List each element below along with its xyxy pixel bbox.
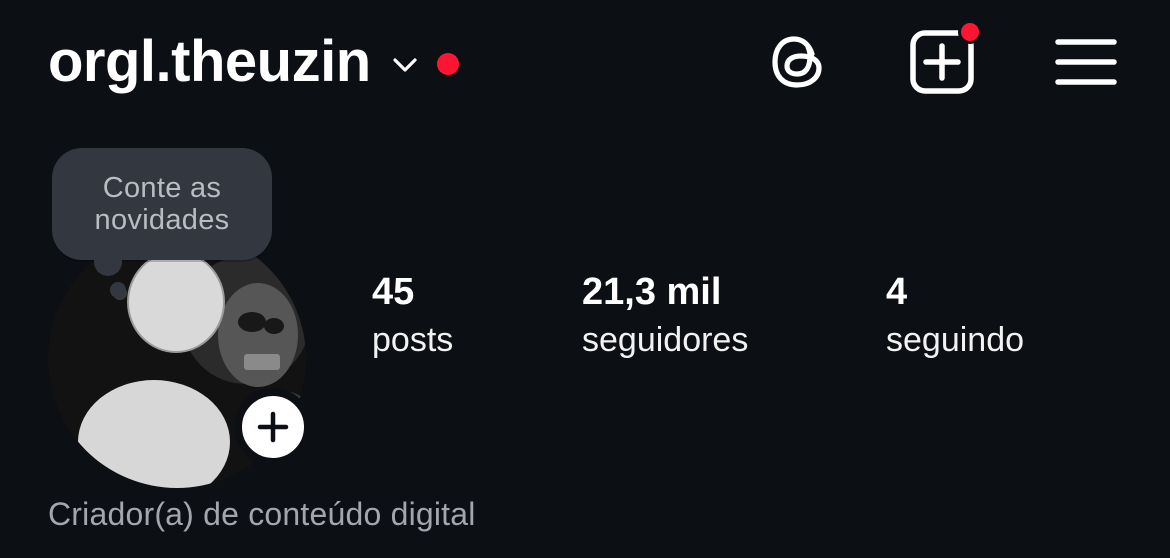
following-label: seguindo [886,321,1025,359]
add-story-button[interactable] [234,388,312,466]
chevron-down-icon[interactable] [389,49,421,81]
posts-label: posts [372,321,454,359]
threads-icon [772,36,822,88]
stat-followers[interactable]: 21,3 mil seguidores [582,270,748,362]
create-post-button[interactable] [906,20,982,98]
profile-category: Criador(a) de conteúdo digital [48,496,476,532]
threads-button[interactable] [762,26,834,98]
notification-dot [436,52,459,75]
account-switcher[interactable]: orgl.theuzin [48,28,459,95]
note-bubble[interactable]: Conte as novidades [52,148,272,260]
stat-posts[interactable]: 45 posts [372,270,453,362]
profile-header: orgl.theuzin [0,0,1170,130]
followers-label: seguidores [582,321,749,359]
note-text-line-1: Conte as [102,172,222,204]
stat-following[interactable]: 4 seguindo [886,270,1024,362]
menu-button[interactable] [1050,26,1122,98]
plus-icon [257,411,289,443]
profile-stats: 45 posts 21,3 mil seguidores 4 seguindo [0,270,1170,370]
following-count: 4 [886,271,908,313]
note-text-line-2: novidades [94,204,230,236]
posts-count: 45 [372,271,415,313]
hamburger-menu-icon [1055,39,1117,85]
notification-badge [958,20,982,44]
followers-count: 21,3 mil [582,271,722,313]
username[interactable]: orgl.theuzin [48,28,371,95]
